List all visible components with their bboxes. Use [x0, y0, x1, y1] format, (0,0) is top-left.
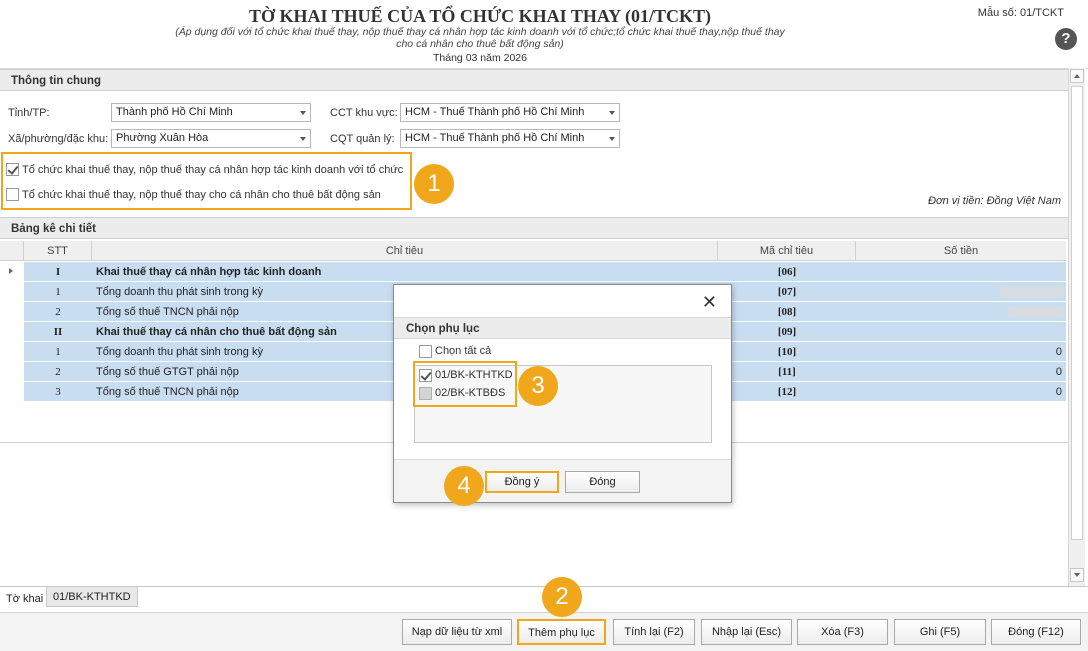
- appendix-checkbox-01[interactable]: [419, 369, 432, 382]
- row-amount[interactable]: 0: [856, 362, 1064, 382]
- detail-header: Bảng kê chi tiết: [0, 217, 1068, 239]
- option1-label: Tổ chức khai thuế thay, nộp thuế thay cá…: [22, 164, 404, 176]
- select-all-label: Chọn tất cả: [435, 345, 492, 357]
- cct-select[interactable]: HCM - Thuế Thành phố Hồ Chí Minh: [400, 103, 620, 122]
- option2-checkbox[interactable]: [6, 188, 19, 201]
- row-code: [09]: [777, 326, 797, 338]
- subtitle-line-1: (Áp dụng đối với tổ chức khai thuế thay,…: [175, 26, 785, 38]
- form-subtitle: (Áp dụng đối với tổ chức khai thuế thay,…: [150, 26, 810, 50]
- row-code: [11]: [778, 366, 796, 378]
- chevron-down-icon: [609, 137, 615, 141]
- chevron-down-icon: [300, 137, 306, 141]
- callout-badge-4: 4: [444, 466, 484, 506]
- row-stt: 2: [55, 366, 61, 378]
- option2-label: Tổ chức khai thuế thay, nộp thuế thay ch…: [22, 189, 381, 201]
- chevron-up-icon: [1074, 74, 1080, 78]
- import-xml-button[interactable]: Nạp dữ liệu từ xml: [402, 619, 512, 645]
- row-code: [12]: [777, 386, 797, 398]
- row-stt: II: [53, 326, 63, 338]
- cct-value: HCM - Thuế Thành phố Hồ Chí Minh: [405, 106, 585, 118]
- ward-value: Phường Xuân Hòa: [116, 132, 209, 144]
- choose-appendix-dialog: ✕ Chọn phụ lục Chọn tất cả 01/BK-KTHTKD …: [393, 284, 732, 506]
- dialog-close-button[interactable]: Đóng: [565, 471, 640, 493]
- province-value: Thành phố Hồ Chí Minh: [116, 106, 233, 118]
- chevron-down-icon: [1074, 573, 1080, 577]
- callout-badge-1: 1: [414, 164, 454, 204]
- form-code: Mẫu số: 01/TCKT: [977, 7, 1064, 19]
- row-code: [06]: [777, 266, 797, 278]
- dialog-title: Chọn phụ lục: [394, 317, 731, 339]
- table-row[interactable]: I Khai thuế thay cá nhân hợp tác kinh do…: [24, 262, 1066, 282]
- chevron-down-icon: [609, 111, 615, 115]
- cqt-value: HCM - Thuế Thành phố Hồ Chí Minh: [405, 132, 585, 144]
- appendix-selection-highlight: [413, 361, 517, 407]
- cqt-select[interactable]: HCM - Thuế Thành phố Hồ Chí Minh: [400, 129, 620, 148]
- reenter-button[interactable]: Nhập lại (Esc): [701, 619, 792, 645]
- row-stt: 1: [55, 346, 61, 358]
- period-label: Tháng 03 năm 2026: [433, 52, 527, 64]
- select-all-checkbox[interactable]: [419, 345, 432, 358]
- general-info-header: Thông tin chung: [0, 69, 1068, 91]
- chevron-down-icon: [300, 111, 306, 115]
- table-header: STT Chỉ tiêu Mã chỉ tiêu Số tiền: [0, 241, 1066, 261]
- row-code: [07]: [777, 286, 797, 298]
- row-code: [10]: [777, 346, 797, 358]
- delete-button[interactable]: Xóa (F3): [797, 619, 888, 645]
- row-pointer-icon: [9, 268, 13, 274]
- column-header-item: Chỉ tiêu: [92, 241, 718, 261]
- row-amount[interactable]: [856, 322, 1064, 342]
- row-stt: 1: [55, 286, 61, 298]
- row-code: [08]: [777, 306, 797, 318]
- redacted-amount: [1000, 286, 1064, 298]
- help-icon[interactable]: ?: [1055, 28, 1077, 50]
- scroll-up-button[interactable]: [1070, 69, 1084, 83]
- ward-select[interactable]: Phường Xuân Hòa: [111, 129, 311, 148]
- appendix-label-01: 01/BK-KTHTKD: [435, 369, 513, 381]
- confirm-button[interactable]: Đồng ý: [485, 471, 559, 493]
- close-icon[interactable]: ✕: [702, 293, 717, 311]
- row-stt: 2: [55, 306, 61, 318]
- row-amount[interactable]: 0: [856, 342, 1064, 362]
- row-amount[interactable]: 0: [856, 382, 1064, 402]
- option1-checkbox[interactable]: [6, 163, 19, 176]
- row-amount[interactable]: [856, 262, 1064, 282]
- appendix-label-02: 02/BK-KTBĐS: [435, 387, 506, 399]
- province-select[interactable]: Thành phố Hồ Chí Minh: [111, 103, 311, 122]
- form-title: TỜ KHAI THUẾ CỦA TỔ CHỨC KHAI THAY (01/T…: [248, 6, 712, 26]
- tab-to-khai[interactable]: Tờ khai: [0, 589, 49, 609]
- cqt-label: CQT quản lý:: [330, 133, 395, 145]
- scroll-down-button[interactable]: [1070, 568, 1084, 582]
- close-form-button[interactable]: Đóng (F12): [991, 619, 1081, 645]
- column-header-stt: STT: [24, 241, 92, 261]
- column-header-amount: Số tiền: [943, 245, 979, 257]
- action-bar: Nạp dữ liệu từ xml Thêm phụ lục Tính lại…: [0, 612, 1088, 651]
- callout-badge-3: 3: [518, 366, 558, 406]
- callout-badge-2: 2: [542, 577, 582, 617]
- add-appendix-button[interactable]: Thêm phụ lục: [517, 619, 606, 645]
- appendix-checkbox-02[interactable]: [419, 387, 432, 400]
- vertical-scrollbar[interactable]: [1068, 68, 1085, 586]
- row-item: Khai thuế thay cá nhân hợp tác kinh doan…: [96, 266, 322, 278]
- redacted-amount: [1008, 306, 1064, 318]
- row-indicator-header: [0, 241, 24, 261]
- save-button[interactable]: Ghi (F5): [894, 619, 986, 645]
- form-header: TỜ KHAI THUẾ CỦA TỔ CHỨC KHAI THAY (01/T…: [0, 0, 1088, 68]
- declaration-type-highlight: [1, 152, 412, 210]
- recalc-button[interactable]: Tính lại (F2): [613, 619, 695, 645]
- row-stt: 3: [55, 386, 61, 398]
- row-stt: I: [55, 266, 61, 278]
- cct-label: CCT khu vực:: [330, 107, 398, 119]
- scroll-thumb[interactable]: [1071, 86, 1083, 540]
- province-label: Tỉnh/TP:: [8, 107, 50, 119]
- column-header-code: Mã chỉ tiêu: [718, 241, 856, 261]
- currency-note: Đơn vị tiền: Đồng Việt Nam: [928, 195, 1062, 207]
- subtitle-line-2: cho cá nhân cho thuê bất động sản): [396, 38, 564, 50]
- tab-01-bk-kthtkd[interactable]: 01/BK-KTHTKD: [46, 587, 138, 607]
- ward-label: Xã/phường/đặc khu:: [8, 133, 109, 145]
